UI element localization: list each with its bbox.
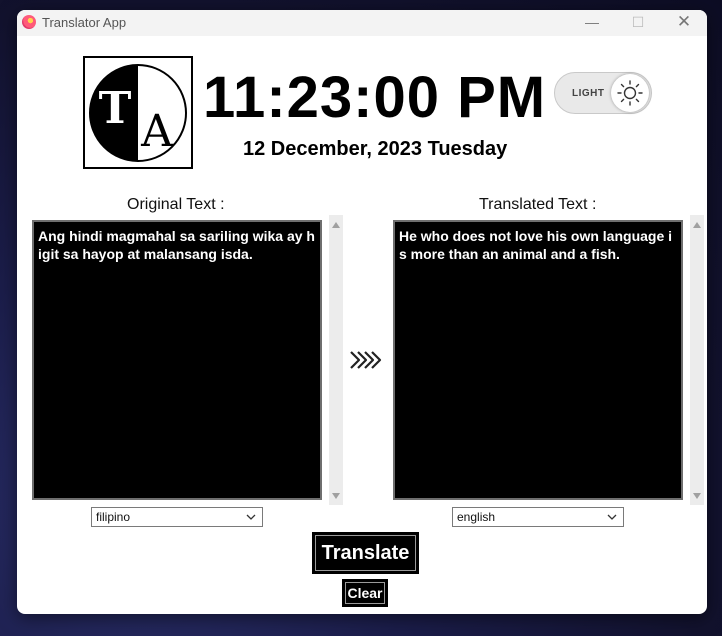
app-icon xyxy=(22,15,36,29)
clock-time: 11:23:00 PM xyxy=(203,65,547,130)
original-text-scrollbar[interactable] xyxy=(329,215,343,505)
minimize-button[interactable]: — xyxy=(569,10,615,36)
chevron-down-icon xyxy=(246,514,256,520)
translator-window: Translator App — ☐ ✕ T A 11:23:00 PM 12 … xyxy=(17,10,707,614)
target-language-value: english xyxy=(457,510,496,524)
translated-text-output[interactable]: He who does not love his own language is… xyxy=(393,220,683,500)
source-language-value: filipino xyxy=(96,510,131,524)
scroll-down-icon[interactable] xyxy=(693,493,701,499)
close-button[interactable]: ✕ xyxy=(661,10,707,36)
original-text-input[interactable]: Ang hindi magmahal sa sariling wika ay h… xyxy=(32,220,322,500)
triple-chevron-right-icon xyxy=(349,350,383,375)
maximize-button[interactable]: ☐ xyxy=(615,10,661,36)
translate-button[interactable]: Translate xyxy=(312,532,419,574)
scroll-up-icon[interactable] xyxy=(332,222,340,228)
translated-text-scrollbar[interactable] xyxy=(690,215,704,505)
sun-icon xyxy=(611,74,649,112)
translated-text-label: Translated Text : xyxy=(479,196,597,213)
target-language-select[interactable]: english xyxy=(452,507,624,527)
scroll-up-icon[interactable] xyxy=(693,222,701,228)
ta-logo-icon: T A xyxy=(83,56,193,169)
chevron-down-icon xyxy=(607,514,617,520)
theme-toggle-label: LIGHT xyxy=(572,88,605,99)
logo-letter-a: A xyxy=(140,106,174,157)
title-bar[interactable]: Translator App — ☐ ✕ xyxy=(17,10,707,36)
scroll-down-icon[interactable] xyxy=(332,493,340,499)
original-text-label: Original Text : xyxy=(127,196,225,213)
source-language-select[interactable]: filipino xyxy=(91,507,263,527)
clear-button[interactable]: Clear xyxy=(342,579,388,607)
logo-letter-t: T xyxy=(99,83,132,134)
theme-toggle[interactable]: LIGHT xyxy=(554,72,652,114)
clock-date: 12 December, 2023 Tuesday xyxy=(243,138,508,160)
window-title: Translator App xyxy=(42,15,127,30)
